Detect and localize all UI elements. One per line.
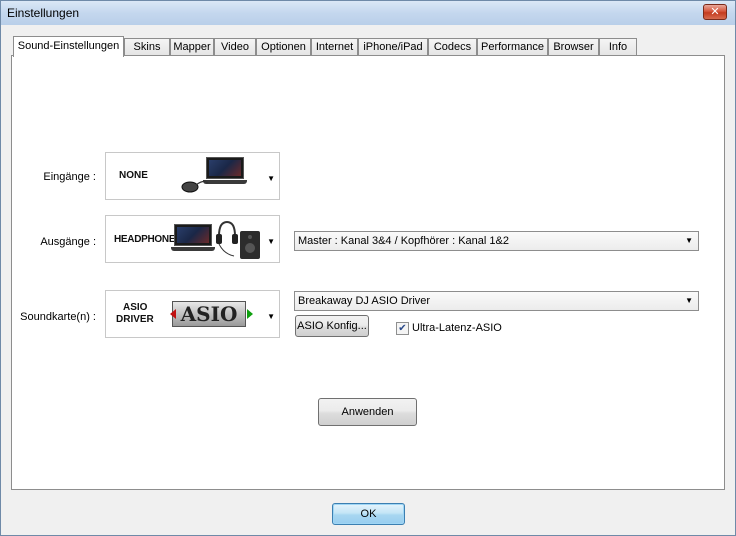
asio-driver-select[interactable]: Breakaway DJ ASIO Driver ▼: [294, 291, 699, 311]
tab-sound-settings[interactable]: Sound-Einstellungen: [13, 36, 124, 57]
soundcard-device-name-1: ASIO: [123, 302, 148, 313]
laptop-icon: [206, 157, 244, 179]
close-icon: ✕: [710, 6, 720, 18]
tab-label: Mapper: [173, 41, 211, 53]
title-bar[interactable]: Einstellungen ✕: [1, 1, 735, 25]
output-routing-value: Master : Kanal 3&4 / Kopfhörer : Kanal 1…: [298, 235, 509, 247]
inputs-device-selector[interactable]: NONE ▼: [105, 152, 280, 200]
speaker-icon: [240, 231, 260, 259]
headphones-icon: [216, 220, 238, 257]
asio-config-button[interactable]: ASIO Konfig...: [295, 315, 369, 337]
tab-label: Optionen: [261, 41, 306, 53]
asio-logo-left-arrow-icon: [170, 309, 176, 319]
chevron-down-icon: ▼: [267, 174, 275, 183]
apply-button-label: Anwenden: [341, 406, 394, 418]
tab-label: Browser: [553, 41, 594, 53]
output-routing-select[interactable]: Master : Kanal 3&4 / Kopfhörer : Kanal 1…: [294, 231, 699, 251]
tab-skins[interactable]: Skins: [124, 38, 170, 56]
asio-logo: ASIO: [172, 301, 246, 327]
tab-label: Info: [608, 41, 628, 53]
ok-button-label: OK: [360, 508, 377, 520]
laptop-icon: [174, 224, 212, 246]
dialog-client: Sound-Einstellungen Skins Mapper Video O…: [1, 25, 735, 535]
close-button[interactable]: ✕: [703, 4, 727, 20]
tab-options[interactable]: Optionen: [256, 38, 311, 56]
asio-driver-value: Breakaway DJ ASIO Driver: [298, 295, 431, 307]
tab-label: Internet: [315, 41, 354, 53]
laptop-base-icon: [171, 247, 215, 251]
tab-label: Skins: [133, 41, 161, 53]
asio-config-button-label: ASIO Konfig...: [297, 320, 367, 332]
inputs-device-name: NONE: [119, 170, 148, 181]
chevron-down-icon: ▼: [685, 236, 693, 245]
outputs-label: Ausgänge :: [40, 236, 96, 248]
soundcard-label: Soundkarte(n) :: [20, 311, 96, 323]
ultra-latency-label[interactable]: Ultra-Latenz-ASIO: [412, 322, 502, 334]
tab-performance[interactable]: Performance: [477, 38, 548, 56]
tab-label: Sound-Einstellungen: [17, 40, 120, 52]
tab-internet[interactable]: Internet: [311, 38, 358, 56]
tab-browser[interactable]: Browser: [548, 38, 599, 56]
inputs-label: Eingänge :: [43, 171, 96, 183]
sound-settings-panel: Eingänge : NONE ▼ Ausgänge : HEADPHONES: [11, 55, 725, 490]
apply-button[interactable]: Anwenden: [318, 398, 417, 426]
ultra-latency-checkbox[interactable]: ✔: [396, 322, 409, 335]
tab-info[interactable]: Info: [599, 38, 637, 56]
settings-window: Einstellungen ✕ Sound-Einstellungen Skin…: [0, 0, 736, 536]
tab-mapper[interactable]: Mapper: [170, 38, 214, 56]
chevron-down-icon: ▼: [685, 296, 693, 305]
mouse-icon: [181, 180, 209, 193]
ok-button[interactable]: OK: [332, 503, 405, 525]
tab-iphone-ipad[interactable]: iPhone/iPad: [358, 38, 428, 56]
tab-label: iPhone/iPad: [363, 41, 423, 53]
chevron-down-icon: ▼: [267, 312, 275, 321]
outputs-device-name: HEADPHONES: [114, 234, 182, 245]
checkmark-icon: ✔: [398, 323, 407, 334]
chevron-down-icon: ▼: [267, 237, 275, 246]
tab-codecs[interactable]: Codecs: [428, 38, 477, 56]
window-title: Einstellungen: [7, 6, 80, 20]
tab-label: Codecs: [433, 41, 472, 53]
soundcard-device-name-2: DRIVER: [116, 314, 154, 325]
tab-label: Video: [221, 41, 249, 53]
asio-logo-right-arrow-icon: [247, 309, 253, 319]
soundcard-device-selector[interactable]: ASIO DRIVER ASIO ▼: [105, 290, 280, 338]
tab-label: Performance: [481, 41, 544, 53]
outputs-device-selector[interactable]: HEADPHONES ▼: [105, 215, 280, 263]
tab-video[interactable]: Video: [214, 38, 256, 56]
